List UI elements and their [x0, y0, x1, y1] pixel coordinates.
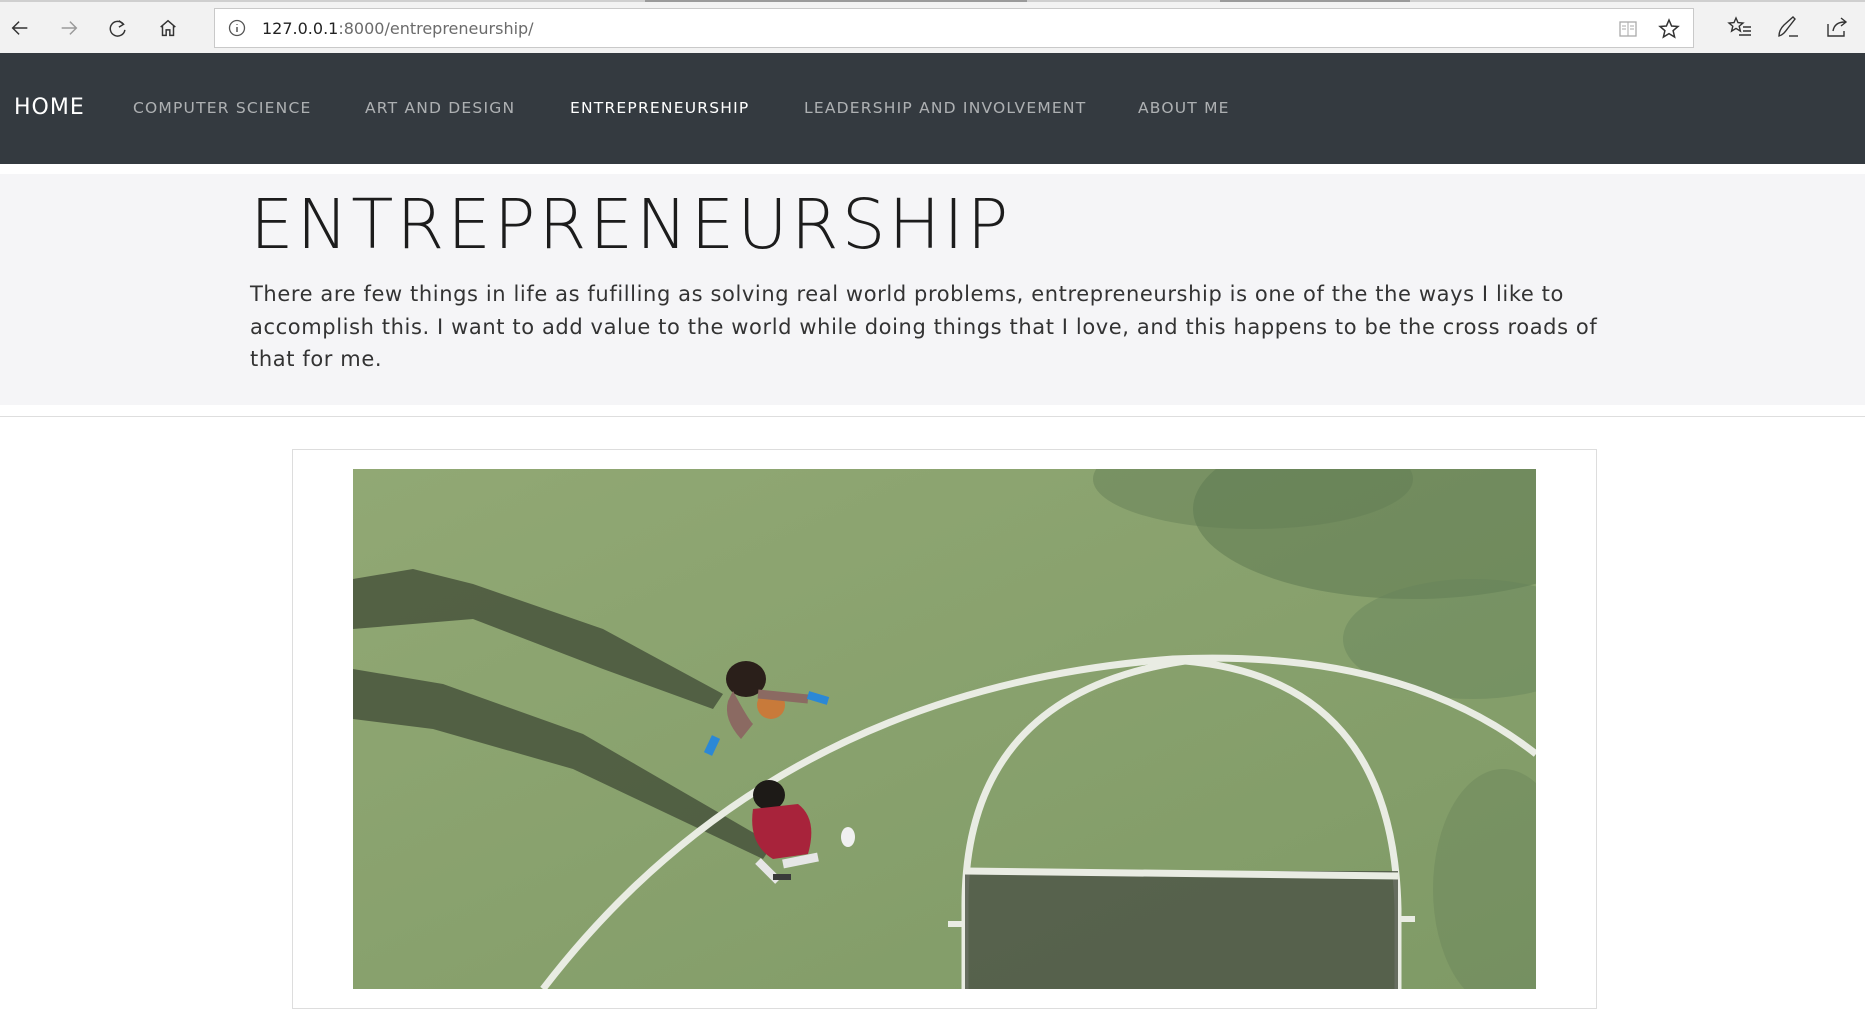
share-icon[interactable]	[1824, 14, 1850, 40]
url-path: :8000/entrepreneurship/	[338, 19, 534, 38]
address-bar[interactable]: 127.0.0.1:8000/entrepreneurship/	[214, 8, 1694, 48]
navbar-brand-home[interactable]: HOME	[14, 95, 85, 120]
site-navbar: HOME COMPUTER SCIENCE ART AND DESIGN ENT…	[0, 53, 1865, 164]
page-intro: There are few things in life as fufillin…	[250, 282, 1598, 371]
basketball-court-photo	[353, 469, 1536, 989]
nav-item-leadership-and-involvement[interactable]: LEADERSHIP AND INVOLVEMENT	[804, 99, 1086, 117]
favorites-list-icon[interactable]	[1727, 14, 1753, 40]
reading-view-icon[interactable]	[1617, 18, 1639, 40]
tab-strip	[0, 0, 1865, 4]
browser-toolbar: 127.0.0.1:8000/entrepreneurship/	[0, 0, 1865, 53]
forward-button[interactable]	[52, 11, 86, 45]
page-title: ENTREPRENEURSHIP	[250, 185, 1012, 265]
back-icon	[11, 21, 28, 35]
pen-icon[interactable]	[1775, 14, 1801, 40]
forward-icon	[61, 21, 78, 35]
refresh-button[interactable]	[101, 11, 135, 45]
url-text[interactable]: 127.0.0.1:8000/entrepreneurship/	[262, 19, 534, 38]
divider	[0, 416, 1865, 417]
refresh-icon	[109, 20, 126, 37]
url-host: 127.0.0.1	[262, 19, 339, 38]
site-info-icon[interactable]	[227, 18, 247, 38]
page-header: ENTREPRENEURSHIP There are few things in…	[0, 174, 1865, 405]
back-button[interactable]	[3, 11, 37, 45]
nav-item-about-me[interactable]: ABOUT ME	[1138, 99, 1230, 117]
favorite-star-icon[interactable]	[1657, 17, 1681, 41]
home-button[interactable]	[151, 11, 185, 45]
home-icon	[160, 19, 176, 37]
nav-item-computer-science[interactable]: COMPUTER SCIENCE	[133, 99, 311, 117]
nav-item-art-and-design[interactable]: ART AND DESIGN	[365, 99, 515, 117]
nav-item-entrepreneurship[interactable]: ENTREPRENEURSHIP	[570, 99, 749, 117]
